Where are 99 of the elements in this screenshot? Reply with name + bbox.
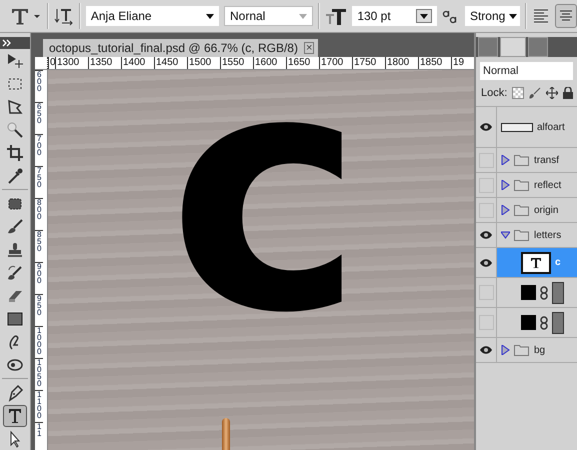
layer-row[interactable] — [476, 308, 577, 338]
ruler-label: 650 — [35, 102, 43, 134]
ruler-label: 800 — [35, 198, 43, 230]
ruler-label: 1750 — [352, 57, 385, 69]
ruler-label: 1100 — [35, 390, 43, 422]
chain-link-icon — [540, 316, 548, 330]
layer-name: transf — [534, 154, 560, 166]
history-tool-icon — [6, 264, 24, 282]
collapsed-triangle-icon[interactable] — [501, 205, 510, 215]
eyedropper-tool-icon — [6, 167, 24, 185]
font-size-icon — [325, 6, 348, 26]
layer-row[interactable]: reflect — [476, 173, 577, 198]
brush-icon[interactable] — [529, 87, 542, 99]
font-family-dropdown[interactable]: Anja Eliane — [86, 6, 219, 26]
ruler-label: 750 — [35, 166, 43, 198]
layer-row[interactable] — [476, 278, 577, 308]
eye-icon[interactable] — [479, 122, 493, 132]
ruler-label: 0 — [48, 57, 55, 69]
pen-tool-icon — [6, 384, 24, 402]
ruler-label: 900 — [35, 262, 43, 294]
layer-row[interactable]: transf — [476, 148, 577, 173]
lock-label: Lock: — [481, 87, 508, 99]
ruler-label: 850 — [35, 230, 43, 262]
ruler-label: 1850 — [418, 57, 451, 69]
type-tool-button[interactable] — [3, 405, 27, 427]
layer-thumbnail — [521, 315, 536, 330]
layer-name: alfoart — [537, 122, 565, 132]
caret-icon — [299, 14, 308, 18]
ruler-label: 1800 — [385, 57, 418, 69]
folder-icon — [514, 344, 530, 356]
eye-icon[interactable] — [479, 230, 493, 240]
close-button[interactable]: × — [304, 42, 314, 54]
ruler-label: 1450 — [154, 57, 187, 69]
mask-thumbnail — [552, 282, 564, 304]
ruler-label: 1050 — [35, 358, 43, 390]
layer-row[interactable]: origin — [476, 198, 577, 223]
caret-icon[interactable] — [416, 9, 432, 23]
ruler-label: 950 — [35, 294, 43, 326]
folder-icon — [514, 179, 530, 191]
lasso-tool-icon — [6, 98, 24, 116]
blend-mode-dropdown[interactable]: Normal — [480, 62, 573, 80]
canvas-letter: c — [168, 70, 364, 358]
layer-name: bg — [534, 344, 546, 356]
ruler-label: 1400 — [121, 57, 154, 69]
ruler-label: 1700 — [319, 57, 352, 69]
ruler-label: 1550 — [220, 57, 253, 69]
eye-icon[interactable] — [479, 345, 493, 355]
layer-row[interactable]: letters — [476, 223, 577, 248]
layer-name: origin — [534, 204, 558, 216]
ruler-label: 11 — [35, 422, 43, 450]
folder-icon — [514, 229, 530, 241]
ruler-label: 700 — [35, 134, 43, 166]
caret-icon — [206, 14, 214, 18]
brush-tip-drawing — [222, 418, 230, 450]
folder-icon — [514, 154, 530, 166]
align-center-icon — [560, 9, 572, 23]
ruler-label: 1300 — [55, 57, 88, 69]
lock-transparency-icon[interactable] — [512, 87, 524, 99]
gradient-tool-icon — [6, 310, 24, 328]
document-title: octopus_tutorial_final.psd @ 66.7% (c, RGB/8) — [49, 41, 298, 55]
crop-tool-icon — [6, 144, 24, 162]
collapsed-triangle-icon[interactable] — [501, 155, 510, 165]
stamp-tool-icon — [6, 241, 24, 259]
move-tool-icon — [6, 52, 24, 70]
layer-thumbnail — [501, 122, 533, 132]
collapse-handle[interactable] — [0, 37, 30, 49]
document-tab[interactable]: octopus_tutorial_final.psd @ 66.7% (c, RGB/8) × — [43, 39, 318, 57]
layer-name: c — [555, 257, 561, 268]
chain-link-icon — [540, 286, 548, 300]
eye-icon[interactable] — [479, 258, 493, 268]
collapsed-triangle-icon[interactable] — [501, 345, 510, 355]
layer-thumbnail — [521, 285, 536, 300]
caret-icon — [508, 14, 517, 18]
brush-tool-icon — [6, 218, 24, 236]
ruler-label: 1600 — [253, 57, 286, 69]
ruler-label: 1000 — [35, 326, 43, 358]
type-tool-icon — [6, 407, 24, 425]
text-orientation-icon[interactable] — [54, 6, 74, 26]
anti-alias-dropdown[interactable]: Strong — [464, 6, 520, 26]
font-style-dropdown[interactable]: Nornal — [224, 6, 314, 26]
expanded-triangle-icon[interactable] — [501, 230, 510, 240]
lock-icon[interactable] — [563, 87, 574, 99]
align-left-icon[interactable] — [532, 7, 550, 25]
layer-row[interactable]: alfoart — [476, 107, 577, 148]
double-chevron-icon — [2, 39, 12, 47]
ruler-label: 600 — [35, 70, 43, 102]
ruler-label: 1350 — [88, 57, 121, 69]
move-arrows-icon[interactable] — [546, 87, 558, 99]
layer-row[interactable]: bg — [476, 338, 577, 363]
layer-name: letters — [534, 230, 562, 240]
collapsed-triangle-icon[interactable] — [501, 180, 510, 190]
ruler-label: 1500 — [187, 57, 220, 69]
layer-name: reflect — [534, 180, 562, 190]
font-size-dropdown[interactable]: 130 pt — [352, 6, 437, 26]
mask-thumbnail — [552, 312, 564, 334]
folder-icon — [514, 204, 530, 216]
ruler-label: 1650 — [286, 57, 319, 69]
text-layer-thumbnail — [521, 252, 551, 274]
align-center-button[interactable] — [554, 4, 577, 28]
